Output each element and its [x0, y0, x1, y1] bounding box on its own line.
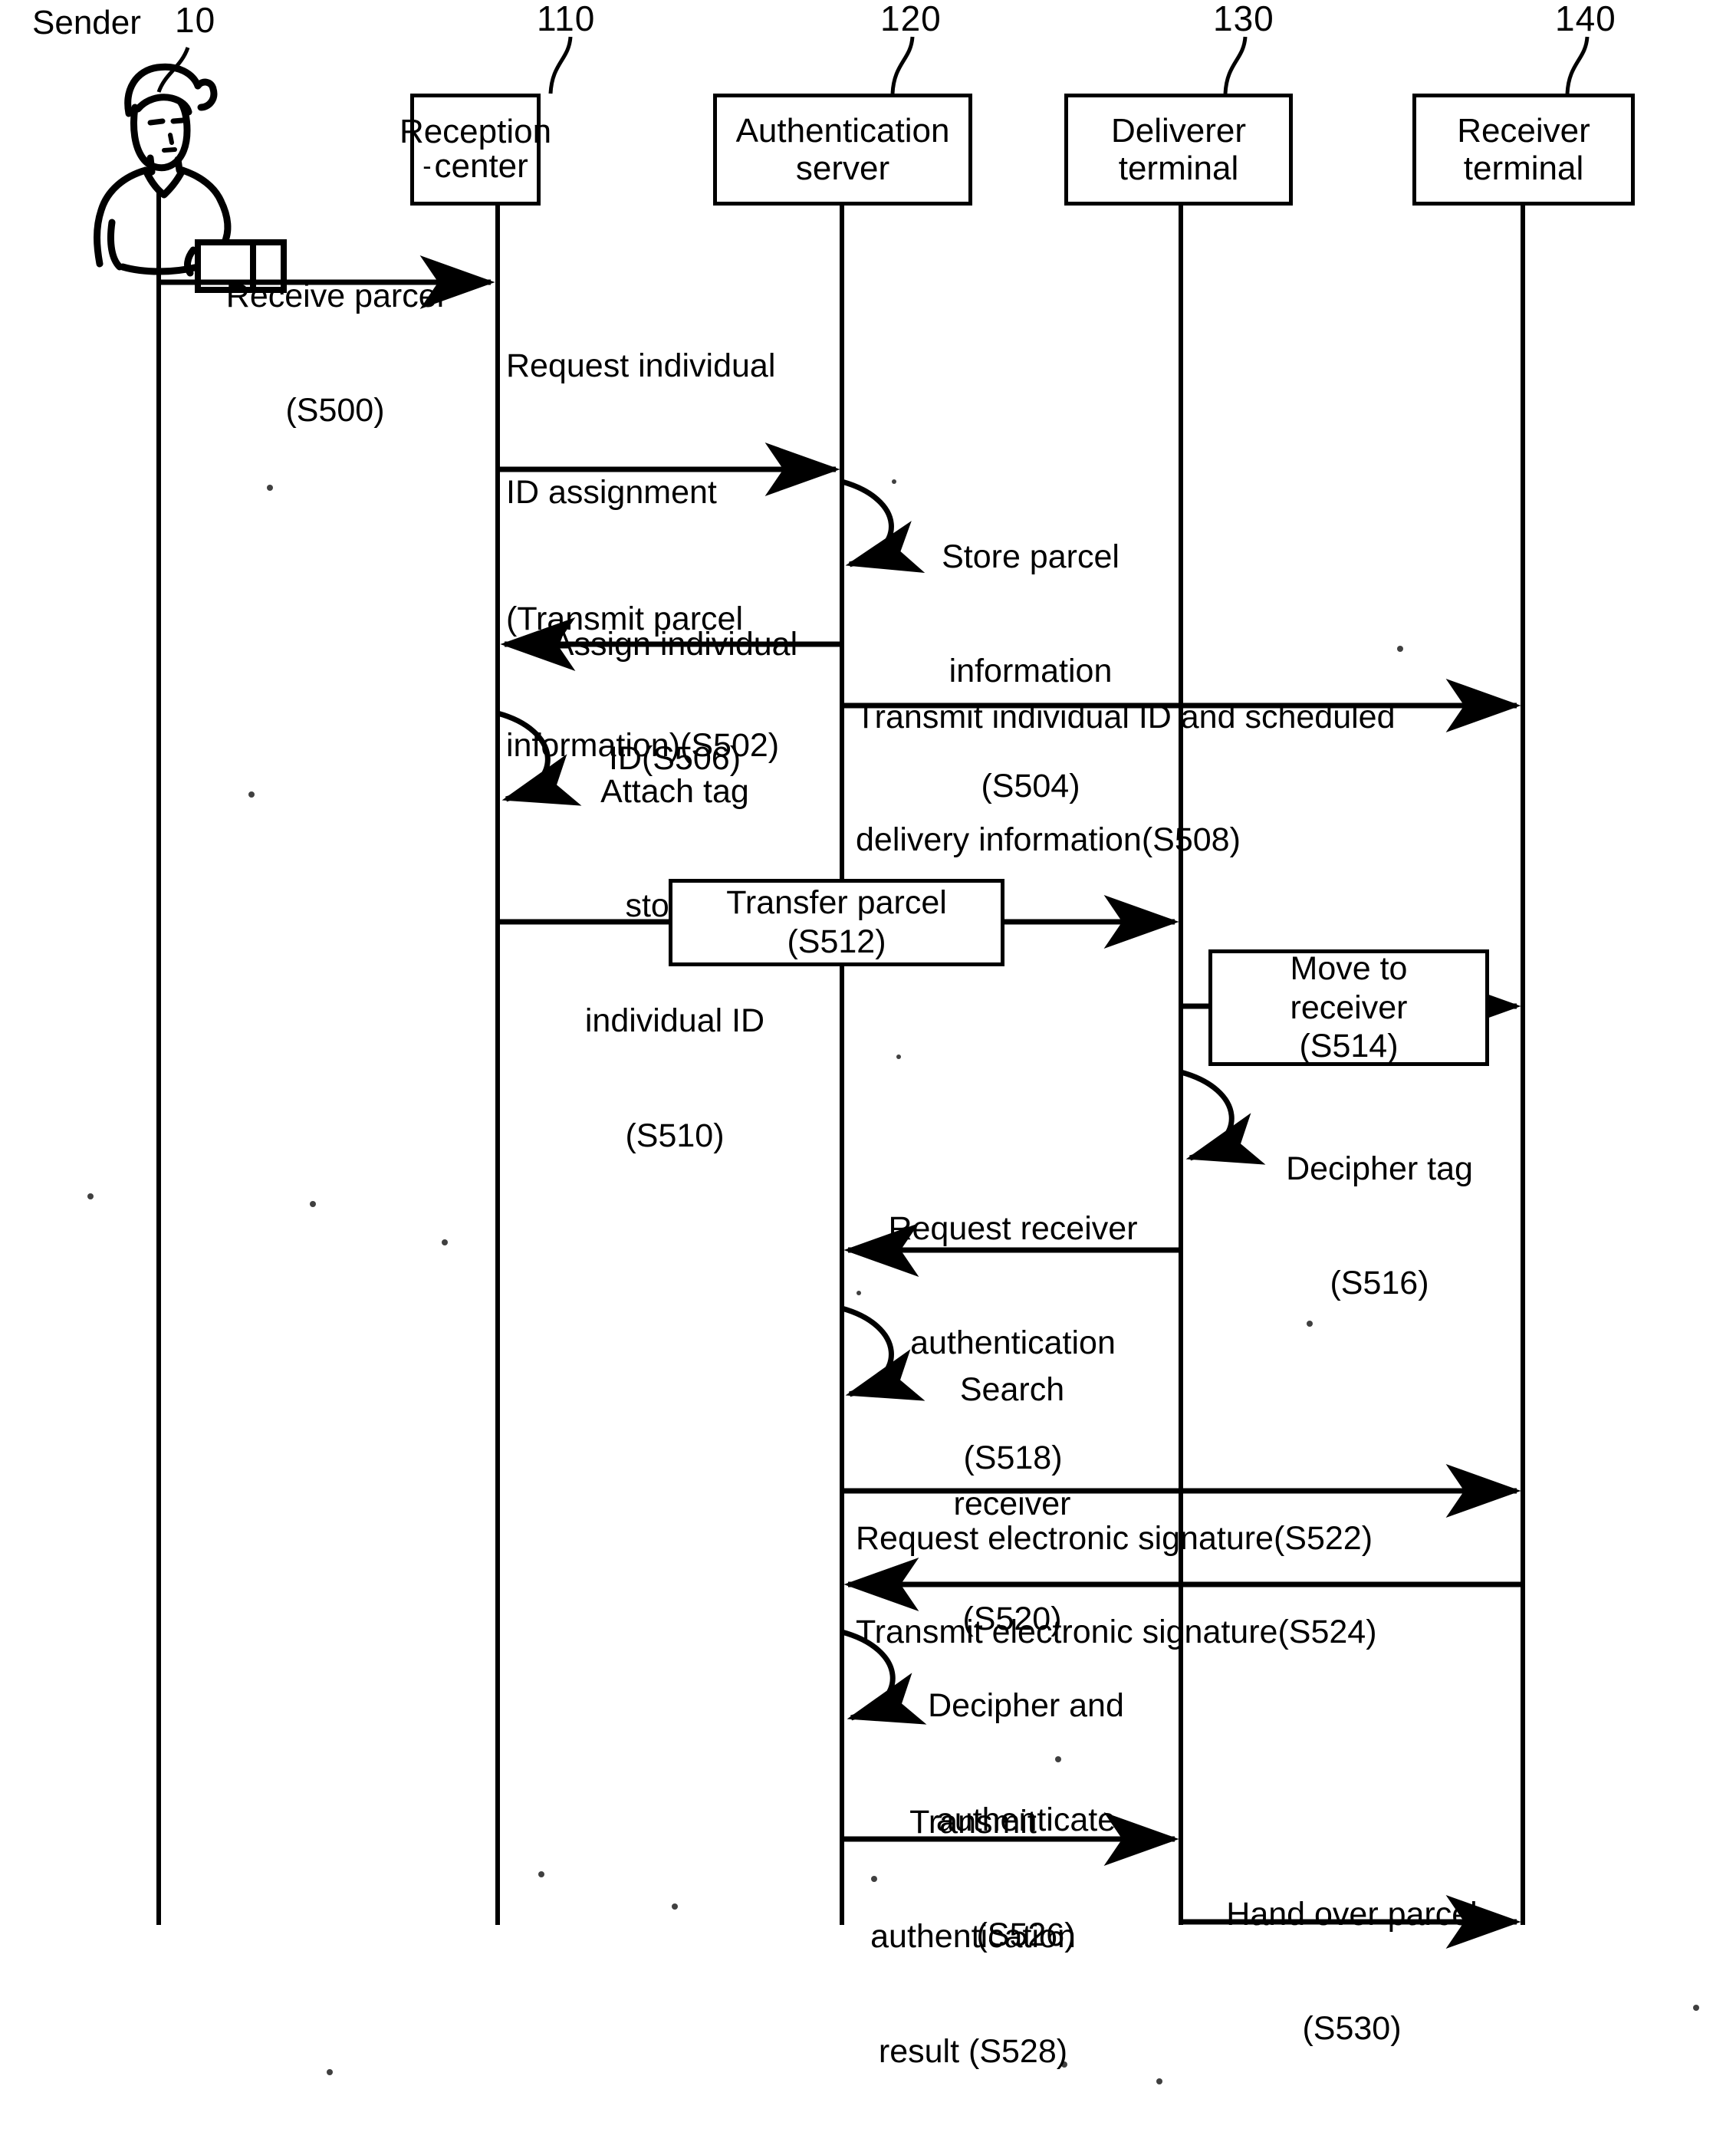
node-label-reception-line1: Reception [399, 113, 552, 151]
message-label-s530-line2: (S530) [1302, 2010, 1402, 2048]
reference-numeral-120: 120 [880, 0, 942, 38]
message-label-s526-line1: Decipher and [928, 1686, 1124, 1724]
leader-120 [890, 36, 915, 94]
node-label-deliverer-line1: Deliverer [1110, 111, 1247, 150]
message-label-s528-line1: Transmit [909, 1803, 1037, 1841]
message-label-s502-line2: ID assignment [506, 474, 717, 512]
message-label-s510-line1: Attach tag [600, 772, 749, 810]
message-label-s518-line1: Request receiver [888, 1209, 1138, 1247]
message-label-s520-line1: Search [959, 1370, 1065, 1408]
activity-label-s512-line2: (S512) [787, 923, 886, 960]
message-label-s500: Receive parcel (S500) [178, 201, 492, 507]
message-label-s528-line3: result (S528) [878, 2033, 1068, 2070]
message-label-s528-line2: authentication [870, 1918, 1076, 1956]
patent-figure-canvas: Reception - center Authentication server… [0, 0, 1736, 2132]
message-label-s506-line1: Assign individual [551, 625, 798, 663]
activity-label-s514-line3: (S514) [1299, 1028, 1399, 1065]
message-label-s516-line1: Decipher tag [1286, 1150, 1473, 1187]
node-label-auth-line1: Authentication [735, 111, 950, 150]
message-label-s502-line1: Request individual [506, 347, 776, 385]
message-label-s530: Hand over parcel (S530) [1187, 1819, 1517, 2125]
sender-actor-label: Sender [32, 4, 141, 41]
activity-box-transfer-parcel[interactable]: Transfer parcel (S512) [669, 879, 1004, 966]
message-label-s516-line2: (S516) [1330, 1265, 1429, 1302]
message-label-s510-line4: (S510) [625, 1117, 725, 1154]
activity-label-s514-line2: receiver [1290, 989, 1408, 1026]
node-label-reception-line2: center [434, 147, 528, 185]
message-label-s508-line1: Transmit individual ID and scheduled [856, 698, 1396, 735]
message-label-s500-line1: Receive parcel [225, 277, 445, 314]
node-box-deliverer-terminal[interactable]: Deliverer terminal [1064, 94, 1293, 206]
reference-numeral-10: 10 [175, 0, 216, 40]
reference-numeral-140: 140 [1555, 0, 1616, 38]
node-label-deliverer-line2: terminal [1118, 150, 1239, 187]
reference-numeral-130: 130 [1213, 0, 1274, 38]
node-label-receiver-line2: terminal [1463, 150, 1584, 187]
message-label-s528: Transmit authentication result (S528) [851, 1727, 1095, 2132]
message-label-s516: Decipher tag (S516) [1253, 1074, 1506, 1380]
node-label-receiver-line1: Receiver [1457, 111, 1590, 150]
node-label-reception-dash: - [422, 152, 432, 182]
reference-numeral-110: 110 [537, 0, 596, 38]
activity-label-s512-line1: Transfer parcel [726, 884, 947, 922]
node-box-receiver-terminal[interactable]: Receiver terminal [1412, 94, 1635, 206]
message-label-s530-line1: Hand over parcel [1226, 1895, 1478, 1933]
node-box-reception[interactable]: Reception - center [399, 94, 551, 206]
node-label-auth-line2: server [795, 150, 890, 187]
selfarrow-s516 [1180, 1069, 1266, 1165]
node-box-authentication-server[interactable]: Authentication server [713, 94, 972, 206]
message-label-s508-line2: delivery information(S508) [856, 821, 1241, 858]
message-label-s510-line3: individual ID [584, 1002, 765, 1039]
leader-130 [1223, 36, 1248, 94]
leader-140 [1565, 36, 1590, 94]
activity-box-move-to-receiver[interactable]: Move to receiver (S514) [1208, 949, 1489, 1066]
leader-110 [548, 36, 573, 94]
message-label-s500-line2: (S500) [285, 392, 385, 429]
selfarrow-s504 [841, 479, 926, 573]
activity-label-s514-line1: Move to [1290, 949, 1408, 987]
message-label-s504-line1: Store parcel [942, 538, 1120, 575]
